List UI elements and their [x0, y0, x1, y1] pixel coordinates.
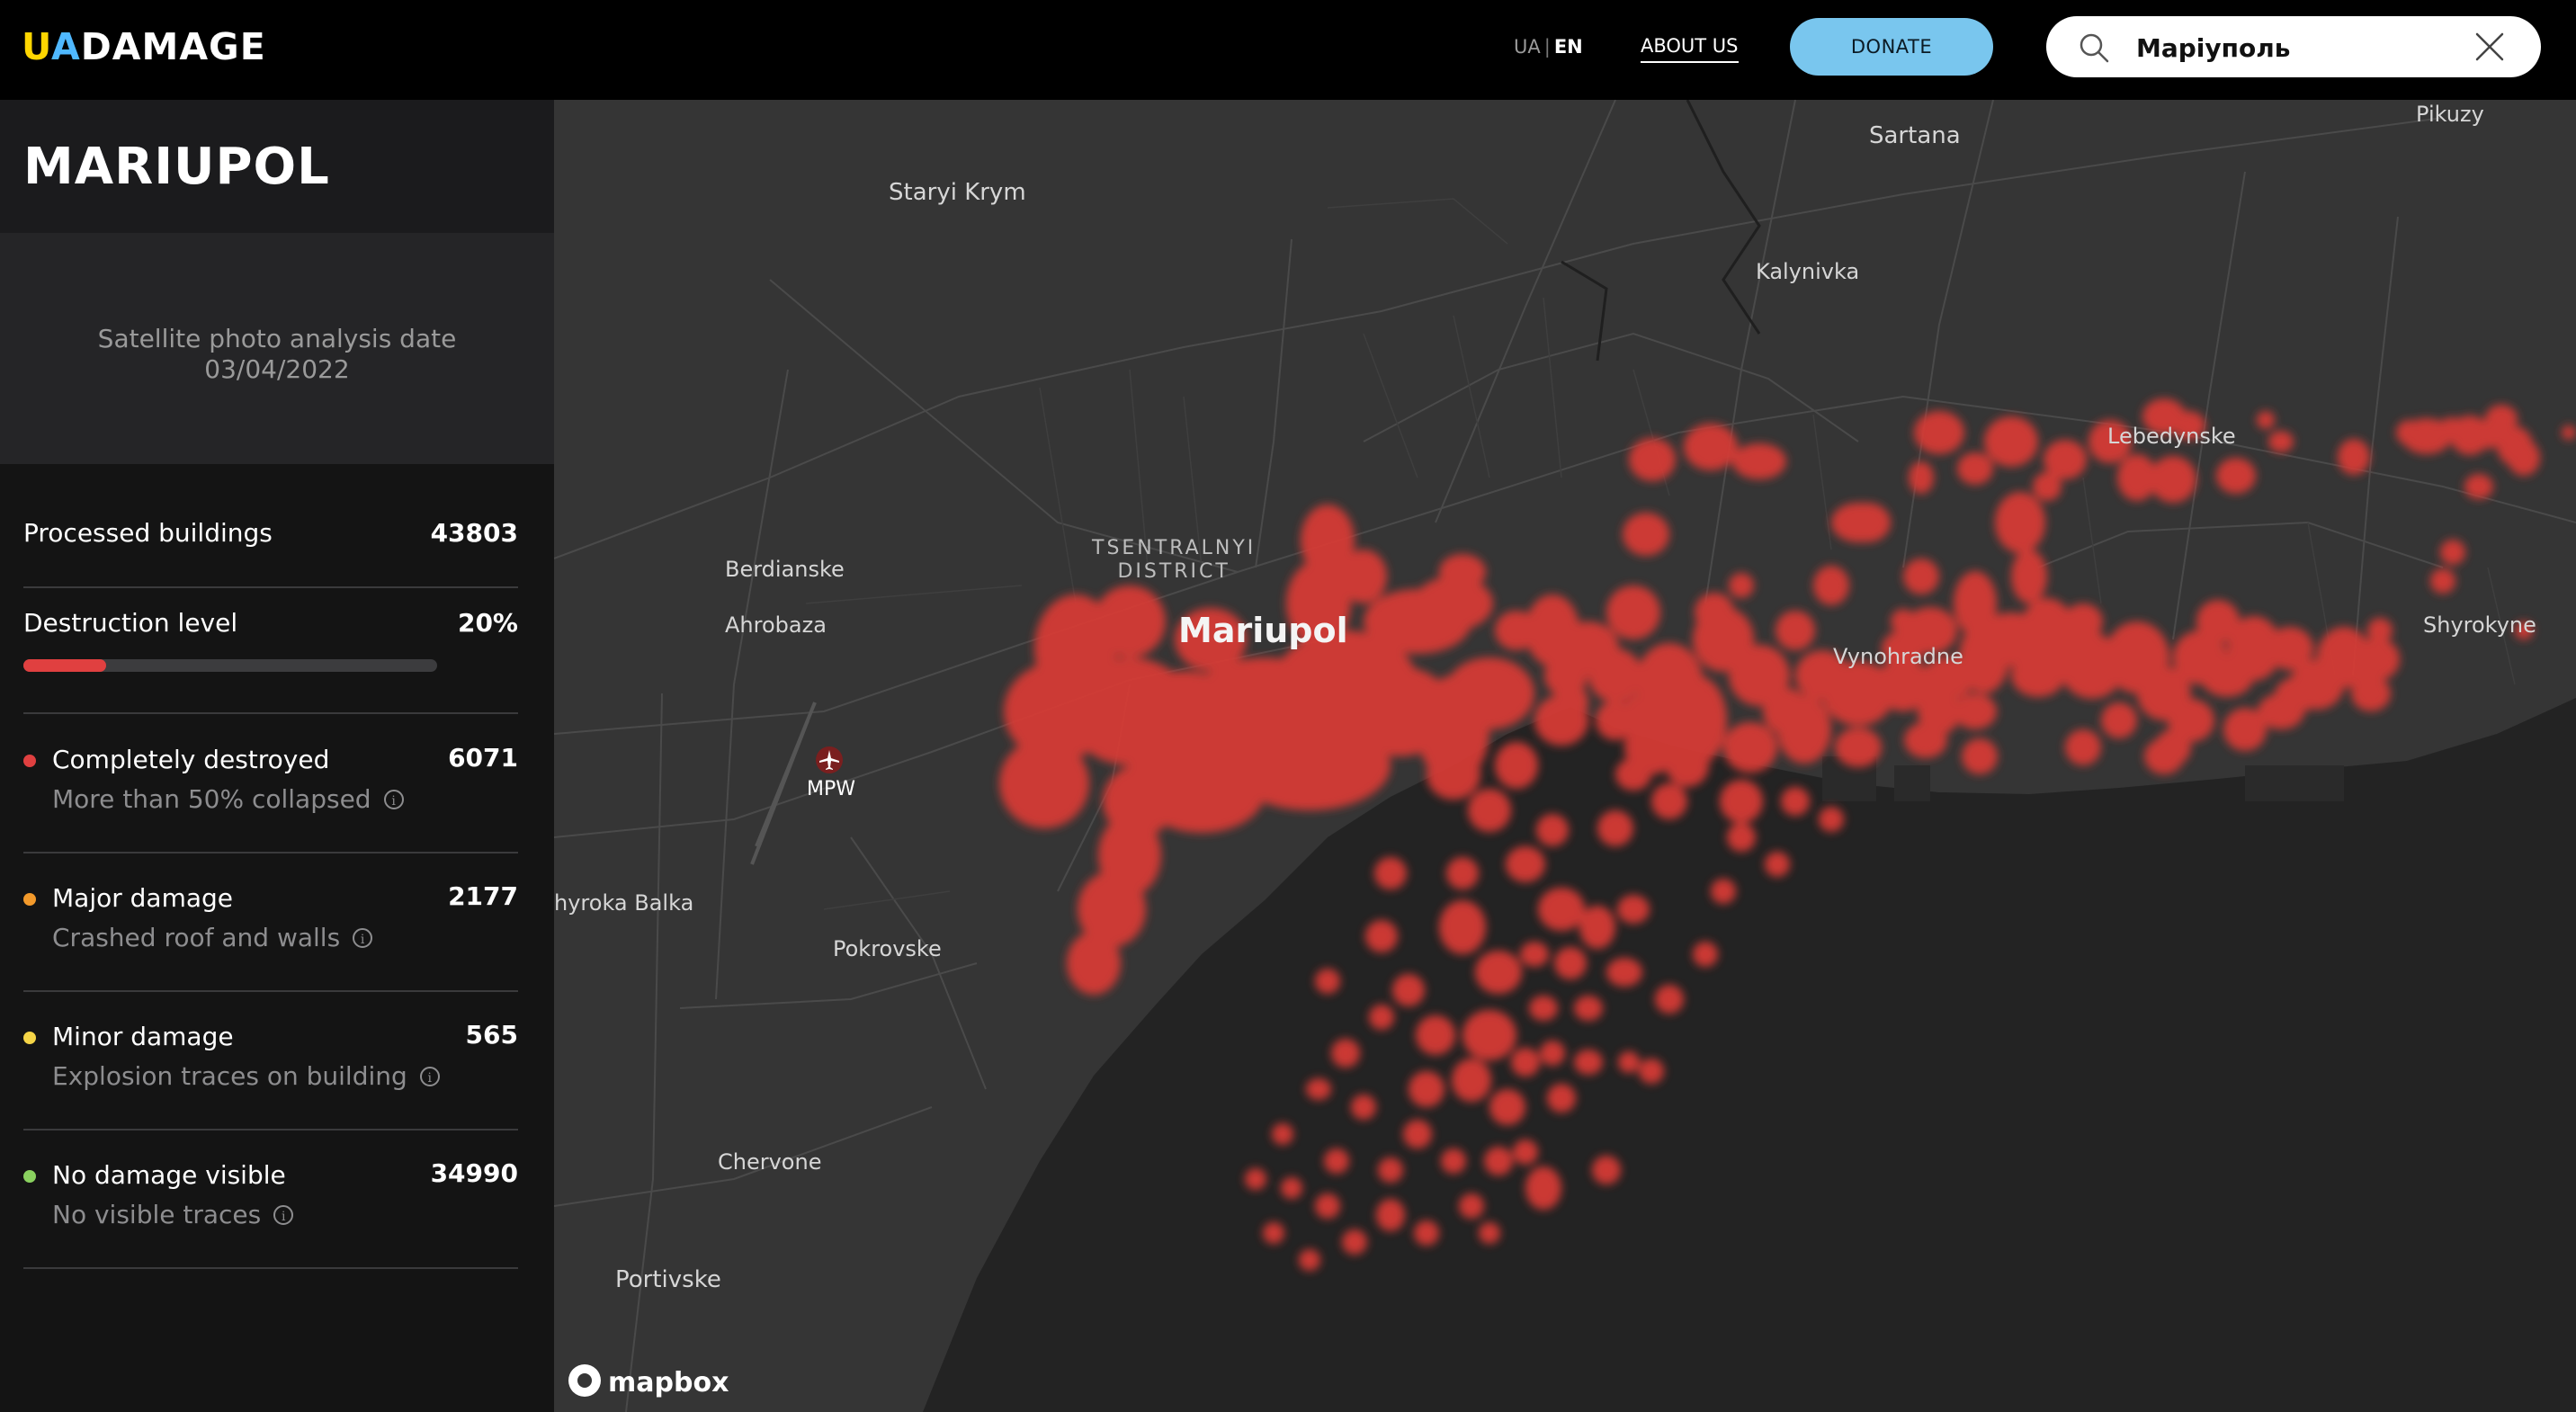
lang-ua-link[interactable]: UA: [1514, 36, 1541, 58]
category-description-text: More than 50% collapsed: [52, 784, 371, 814]
category-major-damage: Major damage 2177 Crashed roof and walls…: [23, 881, 518, 992]
place-label: Berdianske: [725, 557, 845, 582]
divider: [23, 1129, 518, 1130]
top-bar: UADAMAGE UA | EN ABOUT US DONATE: [0, 0, 2576, 100]
orange-dot-icon: [23, 893, 36, 906]
logo[interactable]: UADAMAGE: [22, 22, 266, 72]
logo-letter-u: U: [22, 25, 52, 68]
stats-sidebar: MARIUPOL Satellite photo analysis date 0…: [0, 100, 554, 1412]
logo-letter-a: A: [51, 25, 81, 68]
analysis-date-value: 03/04/2022: [204, 354, 350, 384]
destruction-level-row: Destruction level 20%: [23, 607, 518, 715]
analysis-date-caption: Satellite photo analysis date: [97, 324, 457, 353]
category-description: No visible traces i: [52, 1199, 294, 1231]
lang-separator: |: [1543, 36, 1551, 58]
category-minor-damage: Minor damage 565 Explosion traces on bui…: [23, 1020, 518, 1130]
category-description-text: No visible traces: [52, 1200, 262, 1229]
category-value: 565: [465, 1020, 518, 1050]
mapbox-logo-icon: [568, 1364, 601, 1397]
category-description: Explosion traces on building i: [52, 1060, 440, 1093]
category-value: 2177: [448, 881, 518, 911]
category-label: Minor damage: [52, 1022, 234, 1051]
divider: [23, 990, 518, 992]
divider: [23, 712, 518, 714]
destruction-progress-fill: [23, 659, 106, 672]
place-label: Sartana: [1869, 122, 1961, 149]
category-value: 34990: [430, 1158, 518, 1188]
mapbox-attribution[interactable]: mapbox: [568, 1363, 729, 1403]
airport-icon: [816, 746, 843, 773]
place-label: Vynohradne: [1833, 644, 1963, 669]
divider: [23, 586, 518, 588]
place-label: Staryi Krym: [889, 179, 1026, 206]
category-no-damage: No damage visible 34990 No visible trace…: [23, 1158, 518, 1269]
lang-en-link[interactable]: EN: [1554, 36, 1583, 58]
search-bar: [2046, 16, 2541, 77]
place-label: Kalynivka: [1756, 259, 1860, 284]
city-title: MARIUPOL: [23, 138, 330, 196]
destruction-level-value: 20%: [457, 608, 518, 638]
processed-buildings-row: Processed buildings 43803: [23, 517, 518, 589]
place-label: Shyrokyne: [2423, 612, 2536, 638]
place-label: Pokrovske: [833, 936, 942, 961]
analysis-date-panel: Satellite photo analysis date 03/04/2022: [0, 233, 554, 464]
place-label: hyroka Balka: [554, 890, 694, 916]
category-value: 6071: [448, 743, 518, 773]
processed-buildings-label: Processed buildings: [23, 518, 273, 548]
map-canvas[interactable]: [554, 100, 2576, 1412]
place-label: Ahrobaza: [725, 612, 827, 638]
divider: [23, 852, 518, 853]
language-switcher: UA | EN: [1514, 32, 1583, 61]
city-header: MARIUPOL: [0, 100, 554, 233]
airport-label: MPW: [807, 778, 856, 800]
place-label: Pikuzy: [2416, 102, 2484, 127]
category-label: No damage visible: [52, 1160, 286, 1190]
info-icon[interactable]: i: [419, 1067, 440, 1086]
city-map-label: Mariupol: [1178, 611, 1348, 650]
category-description-text: Explosion traces on building: [52, 1061, 407, 1091]
category-description: Crashed roof and walls i: [52, 922, 373, 954]
yellow-dot-icon: [23, 1032, 36, 1044]
red-dot-icon: [23, 755, 36, 767]
category-completely-destroyed: Completely destroyed 6071 More than 50% …: [23, 743, 518, 853]
district-label: TSENTRALNYI DISTRICT: [1092, 537, 1257, 583]
info-icon[interactable]: i: [383, 790, 404, 809]
info-icon[interactable]: i: [273, 1205, 294, 1225]
category-label: Completely destroyed: [52, 745, 330, 774]
about-us-link[interactable]: ABOUT US: [1641, 31, 1739, 63]
place-label: Portivske: [615, 1266, 721, 1293]
search-icon: [2080, 33, 2109, 63]
donate-button[interactable]: DONATE: [1790, 18, 1993, 76]
mapbox-text: mapbox: [608, 1367, 729, 1399]
place-label: Chervone: [718, 1149, 822, 1175]
damage-map[interactable]: Staryi Krym Sartana Pikuzy Kalynivka Leb…: [554, 100, 2576, 1412]
info-icon[interactable]: i: [353, 928, 373, 948]
divider: [23, 1267, 518, 1269]
green-dot-icon: [23, 1170, 36, 1183]
category-label: Major damage: [52, 883, 234, 913]
destruction-level-label: Destruction level: [23, 608, 238, 638]
category-description-text: Crashed roof and walls: [52, 923, 341, 952]
processed-buildings-value: 43803: [430, 518, 518, 548]
logo-text: DAMAGE: [80, 25, 266, 68]
search-input[interactable]: [2134, 25, 2462, 70]
destruction-progress-bar: [23, 659, 437, 672]
close-icon[interactable]: [2473, 31, 2506, 63]
category-description: More than 50% collapsed i: [52, 783, 404, 816]
place-label: Lebedynske: [2107, 424, 2236, 449]
